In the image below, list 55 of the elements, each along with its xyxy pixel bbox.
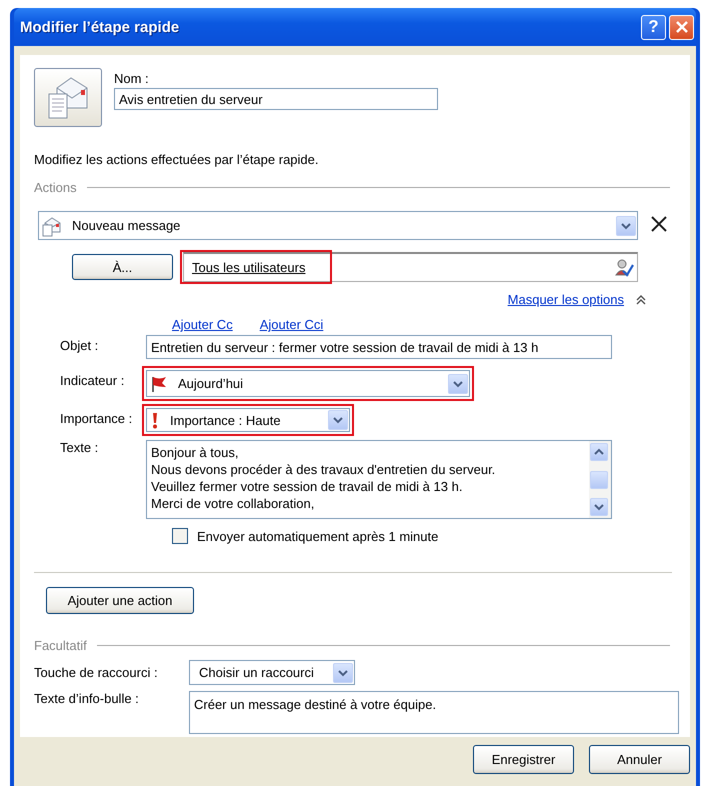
flag-dropdown[interactable]: Aujourd’hui — [146, 370, 470, 397]
dropdown-button[interactable] — [448, 374, 468, 394]
chevron-down-icon — [332, 415, 344, 425]
add-recipient-link[interactable]: Ajouter Cc — [172, 317, 233, 332]
text-line: Nous devons procéder à des travaux d'entretien du serveur. — [151, 461, 496, 478]
dropdown-button[interactable] — [333, 662, 353, 682]
message-text-area[interactable]: Bonjour à tous, Nous devons procéder à des travaux d'entretien du serveur. Veuillez fermer votre session de travail de midi à 13 h. Merci de votre collaboration, — [146, 440, 612, 519]
description-text: Modifiez les actions effectuées par l’étape rapide. — [34, 152, 320, 167]
close-button[interactable] — [669, 14, 694, 40]
field-label: Importance : — [59, 411, 134, 426]
group-title: Facultatif — [34, 638, 87, 653]
add-recipient-link[interactable]: Ajouter Cci — [260, 317, 324, 332]
auto-send-checkbox[interactable] — [172, 528, 188, 544]
chevron-up-icon — [593, 447, 605, 457]
text-line: Bonjour à tous, — [151, 444, 240, 461]
scrollbar[interactable] — [589, 441, 611, 518]
quick-step-icon-button[interactable] — [34, 68, 102, 127]
to-button[interactable]: À... — [72, 254, 173, 280]
window-title: Modifier l’étape rapide — [20, 18, 180, 36]
field-label: Objet : — [59, 338, 100, 353]
checkbox-label: Envoyer automatiquement après 1 minute — [197, 528, 438, 544]
flag-icon — [150, 374, 168, 392]
text-line: Veuillez fermer votre session de travail de midi à 13 h. — [151, 478, 464, 495]
hide-options-link[interactable]: Masquer les options — [508, 292, 624, 307]
tooltip-text-field[interactable]: Créer un message destiné à votre équipe. — [189, 691, 679, 734]
name-field[interactable]: Avis entretien du serveur — [114, 88, 438, 110]
field-label: Indicateur : — [59, 372, 126, 388]
shortcut-dropdown[interactable]: Choisir un raccourci — [189, 660, 355, 685]
scroll-thumb[interactable] — [590, 470, 608, 488]
subject-field[interactable]: Entretien du serveur : fermer votre session de travail de midi à 13 h — [146, 335, 612, 359]
action-dropdown[interactable]: Nouveau message — [38, 211, 638, 240]
exclamation-icon — [150, 412, 160, 428]
field-label: Texte d’info-bulle : — [34, 691, 140, 706]
chevron-down-icon — [620, 220, 632, 230]
text-line: Merci de votre collaboration, — [151, 495, 316, 512]
double-chevron-up-icon — [636, 294, 646, 305]
add-action-button[interactable]: Ajouter une action — [46, 587, 194, 614]
dropdown-button[interactable] — [328, 410, 348, 430]
name-label: Nom : — [114, 71, 150, 86]
field-label: Touche de raccourci : — [34, 665, 159, 680]
address-book-check-icon — [614, 258, 634, 278]
dialog-button[interactable]: Annuler — [589, 745, 690, 774]
help-button[interactable]: ? — [641, 14, 666, 40]
dialog-button[interactable]: Enregistrer — [473, 745, 574, 774]
new-message-icon — [42, 214, 62, 236]
chevron-down-icon — [337, 668, 349, 678]
group-title: Actions — [34, 180, 77, 195]
recipient-field[interactable]: Tous les utilisateurs — [183, 252, 638, 282]
field-label: Texte : — [59, 440, 100, 455]
close-icon — [650, 215, 668, 233]
dropdown-button[interactable] — [616, 216, 636, 236]
close-icon — [674, 20, 688, 34]
chevron-down-icon — [452, 378, 464, 388]
chevron-down-icon — [593, 502, 605, 512]
importance-dropdown[interactable]: Importance : Haute — [146, 408, 350, 432]
